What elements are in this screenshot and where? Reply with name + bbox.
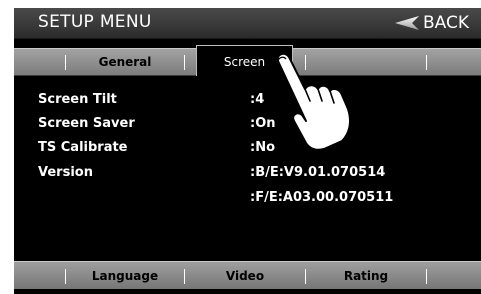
header-bar: SETUP MENU BACK <box>14 8 481 39</box>
setting-value-version-fe: :F/E:A03.00.070511 <box>250 190 394 205</box>
tab-video[interactable]: Video <box>185 262 305 289</box>
back-button[interactable]: BACK <box>394 11 469 35</box>
pointing-hand-icon <box>276 52 351 151</box>
setting-label-ts-calibrate[interactable]: TS Calibrate <box>38 140 128 160</box>
back-arrow-icon <box>394 16 419 30</box>
top-tab-bar: General Screen <box>14 45 481 76</box>
tab-separator <box>426 269 427 284</box>
back-label: BACK <box>422 13 469 33</box>
setting-value-version-be: :B/E:V9.01.070514 <box>250 165 386 180</box>
setup-screen: SETUP MENU BACK General Screen Screen Ti… <box>14 8 481 294</box>
setting-label-screen-tilt[interactable]: Screen Tilt <box>38 92 117 112</box>
tab-separator <box>184 55 185 70</box>
setting-label-screen-saver[interactable]: Screen Saver <box>38 116 135 136</box>
tab-language[interactable]: Language <box>66 262 184 289</box>
bottom-tab-bar: Language Video Rating <box>14 261 481 289</box>
tab-rating[interactable]: Rating <box>306 262 426 289</box>
setting-value-screen-tilt[interactable]: :4 <box>250 92 264 112</box>
page-title: SETUP MENU <box>38 12 152 32</box>
tab-separator <box>426 55 427 70</box>
setting-label-version: Version <box>38 165 93 180</box>
tab-general[interactable]: General <box>66 49 184 75</box>
